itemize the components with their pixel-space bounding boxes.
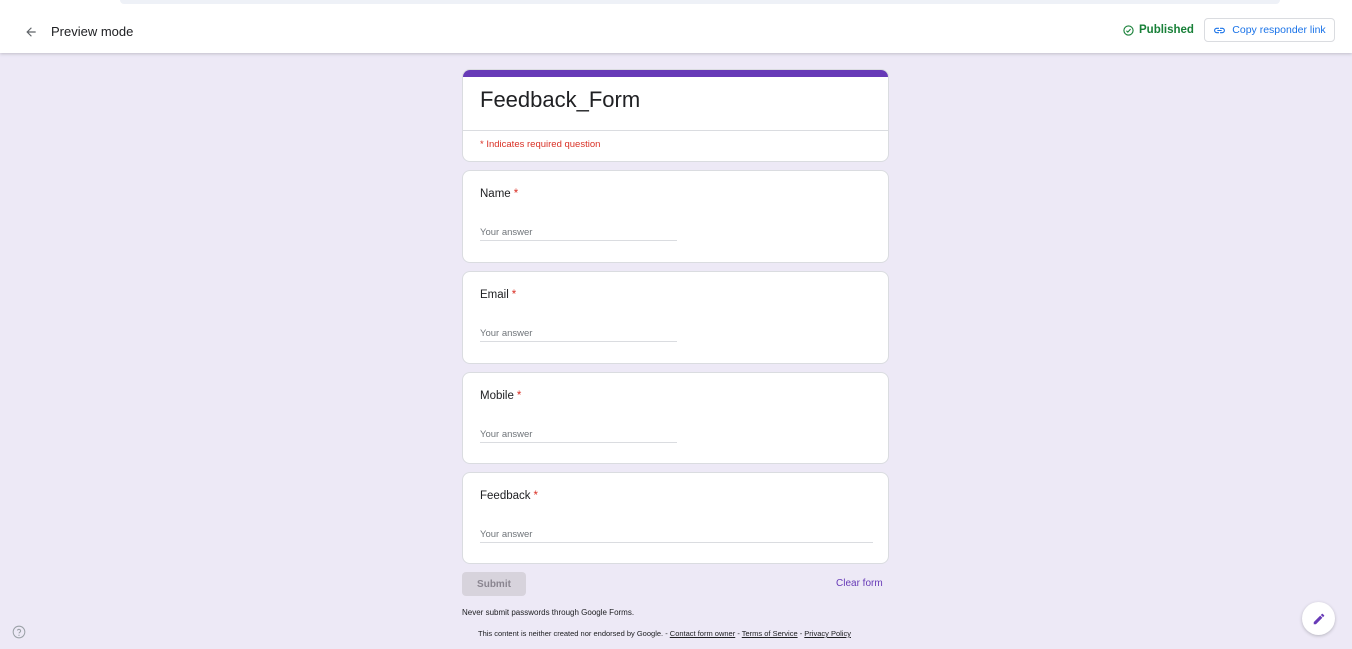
back-button[interactable] (20, 21, 42, 43)
copy-responder-link-button[interactable]: Copy responder link (1204, 18, 1335, 42)
question-label: Feedback * (480, 490, 538, 502)
question-card-name: Name * (462, 170, 889, 263)
copy-responder-link-label: Copy responder link (1232, 24, 1326, 36)
required-star: * (516, 390, 522, 402)
required-star: * (533, 490, 538, 502)
question-label: Name * (480, 188, 518, 200)
published-status: Published (1123, 24, 1194, 36)
top-bar: Preview mode Published Copy responder li… (0, 0, 1352, 53)
disclaimer-text: This content is neither created nor endo… (478, 629, 670, 638)
feedback-answer-input[interactable] (480, 527, 873, 543)
password-warning: Never submit passwords through Google Fo… (462, 608, 635, 617)
question-title: Mobile (480, 390, 514, 402)
required-star: * (513, 188, 519, 200)
preview-mode-title: Preview mode (51, 24, 134, 39)
form-header-card: Feedback_Form * Indicates required quest… (462, 69, 889, 162)
check-circle-icon (1123, 24, 1134, 36)
browser-strip (120, 0, 1280, 4)
question-label: Mobile * (480, 390, 521, 402)
form-title: Feedback_Form (480, 87, 641, 112)
terms-of-service-link[interactable]: Terms of Service (742, 629, 798, 638)
required-note: * Indicates required question (480, 139, 601, 150)
question-card-email: Email * (462, 271, 889, 364)
arrow-left-icon (26, 27, 36, 37)
question-card-feedback: Feedback * (462, 472, 889, 564)
submit-button[interactable]: Submit (462, 572, 526, 596)
question-title: Feedback (480, 490, 531, 502)
clear-form-button[interactable]: Clear form (836, 578, 883, 589)
mobile-answer-input[interactable] (480, 427, 677, 443)
required-star: * (511, 289, 517, 301)
edit-form-button[interactable] (1302, 602, 1335, 635)
question-card-mobile: Mobile * (462, 372, 889, 464)
theme-accent-bar (463, 70, 888, 77)
published-label: Published (1139, 24, 1194, 36)
link-icon (1214, 27, 1226, 33)
help-button[interactable] (11, 624, 26, 639)
question-title: Name (480, 188, 511, 200)
contact-form-owner-link[interactable]: Contact form owner (670, 629, 735, 638)
name-answer-input[interactable] (480, 225, 677, 241)
footer-disclaimer: This content is neither created nor endo… (478, 629, 851, 638)
question-label: Email * (480, 289, 516, 301)
question-title: Email (480, 289, 509, 301)
help-circle-icon (12, 625, 25, 638)
email-answer-input[interactable] (480, 326, 677, 342)
divider (463, 130, 888, 131)
pencil-icon (1313, 613, 1324, 624)
privacy-policy-link[interactable]: Privacy Policy (804, 629, 851, 638)
